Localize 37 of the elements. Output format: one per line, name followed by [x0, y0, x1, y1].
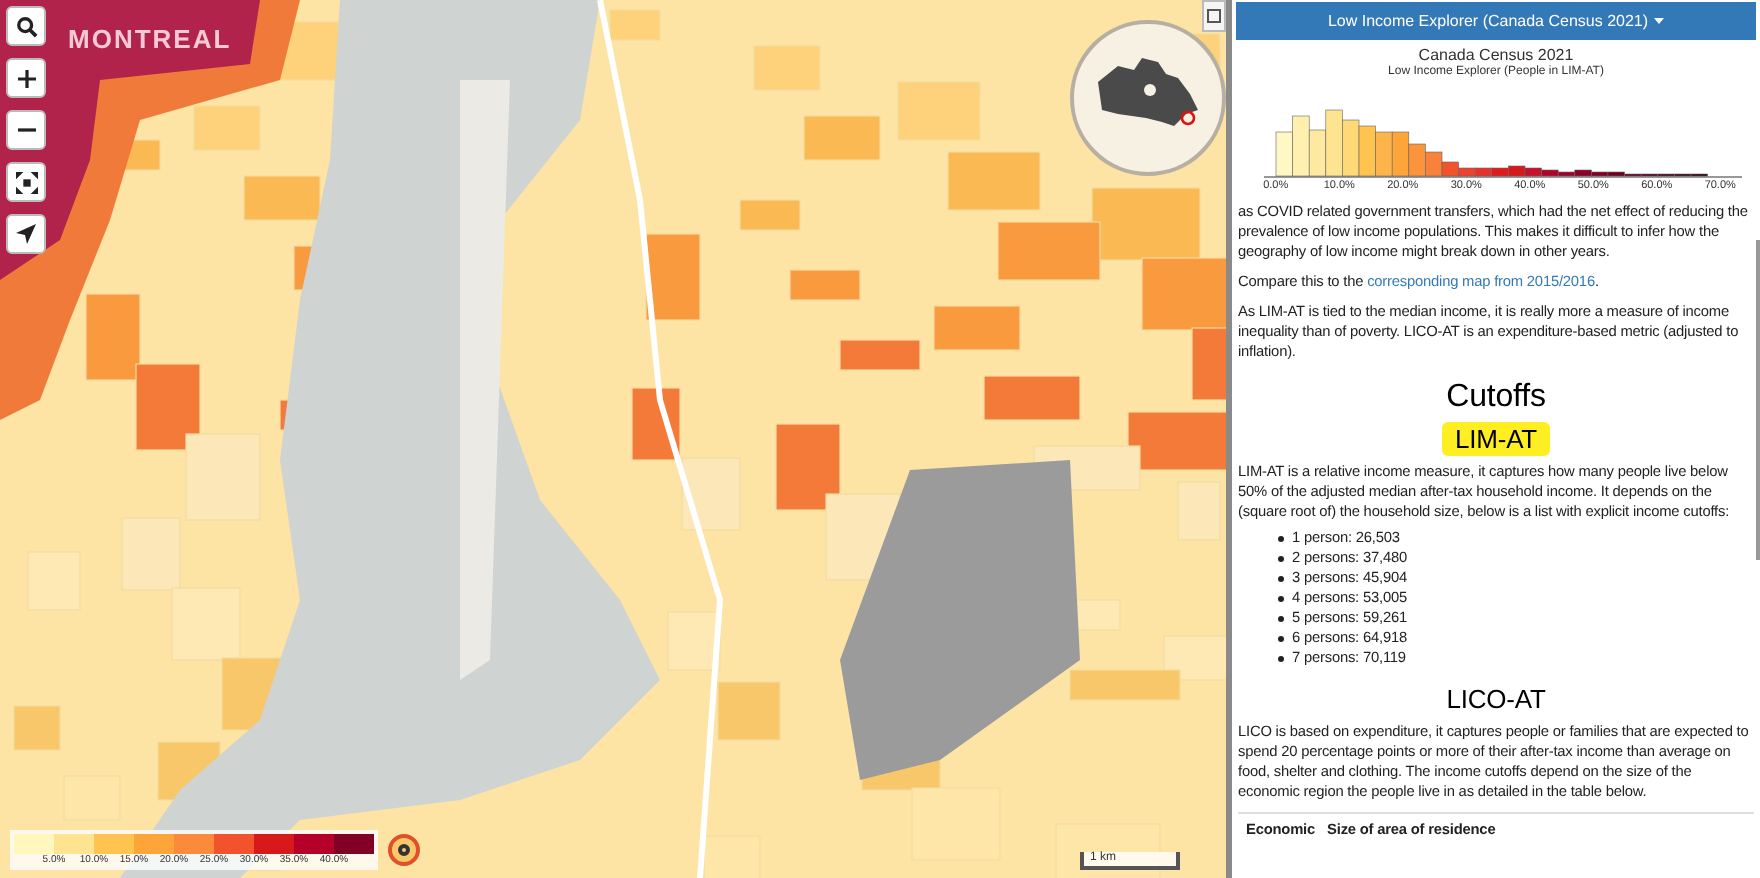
- histogram-bar: [1375, 131, 1393, 177]
- bullet-icon: [1278, 575, 1284, 581]
- location-arrow-icon: [16, 224, 36, 244]
- bullet-icon: [1278, 595, 1284, 601]
- bullet-icon: [1278, 535, 1284, 541]
- caret-icon: [1654, 18, 1665, 24]
- chart-title: Canada Census 2021: [1418, 46, 1574, 64]
- menu-header[interactable]: Low Income Explorer (Canada Census 2021): [1236, 2, 1756, 40]
- histogram-bar: [1391, 131, 1410, 177]
- scrollbar[interactable]: [1756, 240, 1760, 560]
- layers-button[interactable]: [1202, 0, 1226, 32]
- histogram-bar: [1325, 109, 1343, 177]
- menu-title: Low Income Explorer (Canada Census 2021): [1327, 9, 1649, 33]
- histogram-bar: [1275, 131, 1293, 177]
- section-heading: LICO-AT: [1444, 682, 1548, 716]
- bullet-icon: [1278, 655, 1284, 661]
- bullet-icon: [1278, 555, 1284, 561]
- histogram-bar: [1292, 115, 1310, 177]
- search-button[interactable]: [6, 6, 46, 46]
- search-icon: [15, 15, 37, 37]
- zoom-in-button[interactable]: [6, 58, 46, 98]
- locate-button[interactable]: [6, 214, 46, 254]
- bullet-icon: [1278, 615, 1284, 621]
- map-place-label: MONTREAL: [68, 22, 232, 58]
- minus-icon: [17, 128, 35, 132]
- bullet-icon: [1278, 635, 1284, 641]
- plus-icon: [17, 69, 35, 87]
- fullscreen-button[interactable]: [6, 162, 46, 202]
- histogram-bar: [1408, 143, 1426, 177]
- zoom-out-button[interactable]: [6, 110, 46, 150]
- histogram-bar: [1342, 119, 1360, 177]
- fullscreen-icon: [15, 171, 37, 193]
- section-heading: LIM-AT: [1442, 422, 1550, 456]
- layers-icon: [1206, 8, 1222, 24]
- histogram-bar: [1308, 129, 1327, 177]
- section-title: Cutoffs: [1444, 378, 1548, 418]
- histogram-bar: [1358, 125, 1376, 177]
